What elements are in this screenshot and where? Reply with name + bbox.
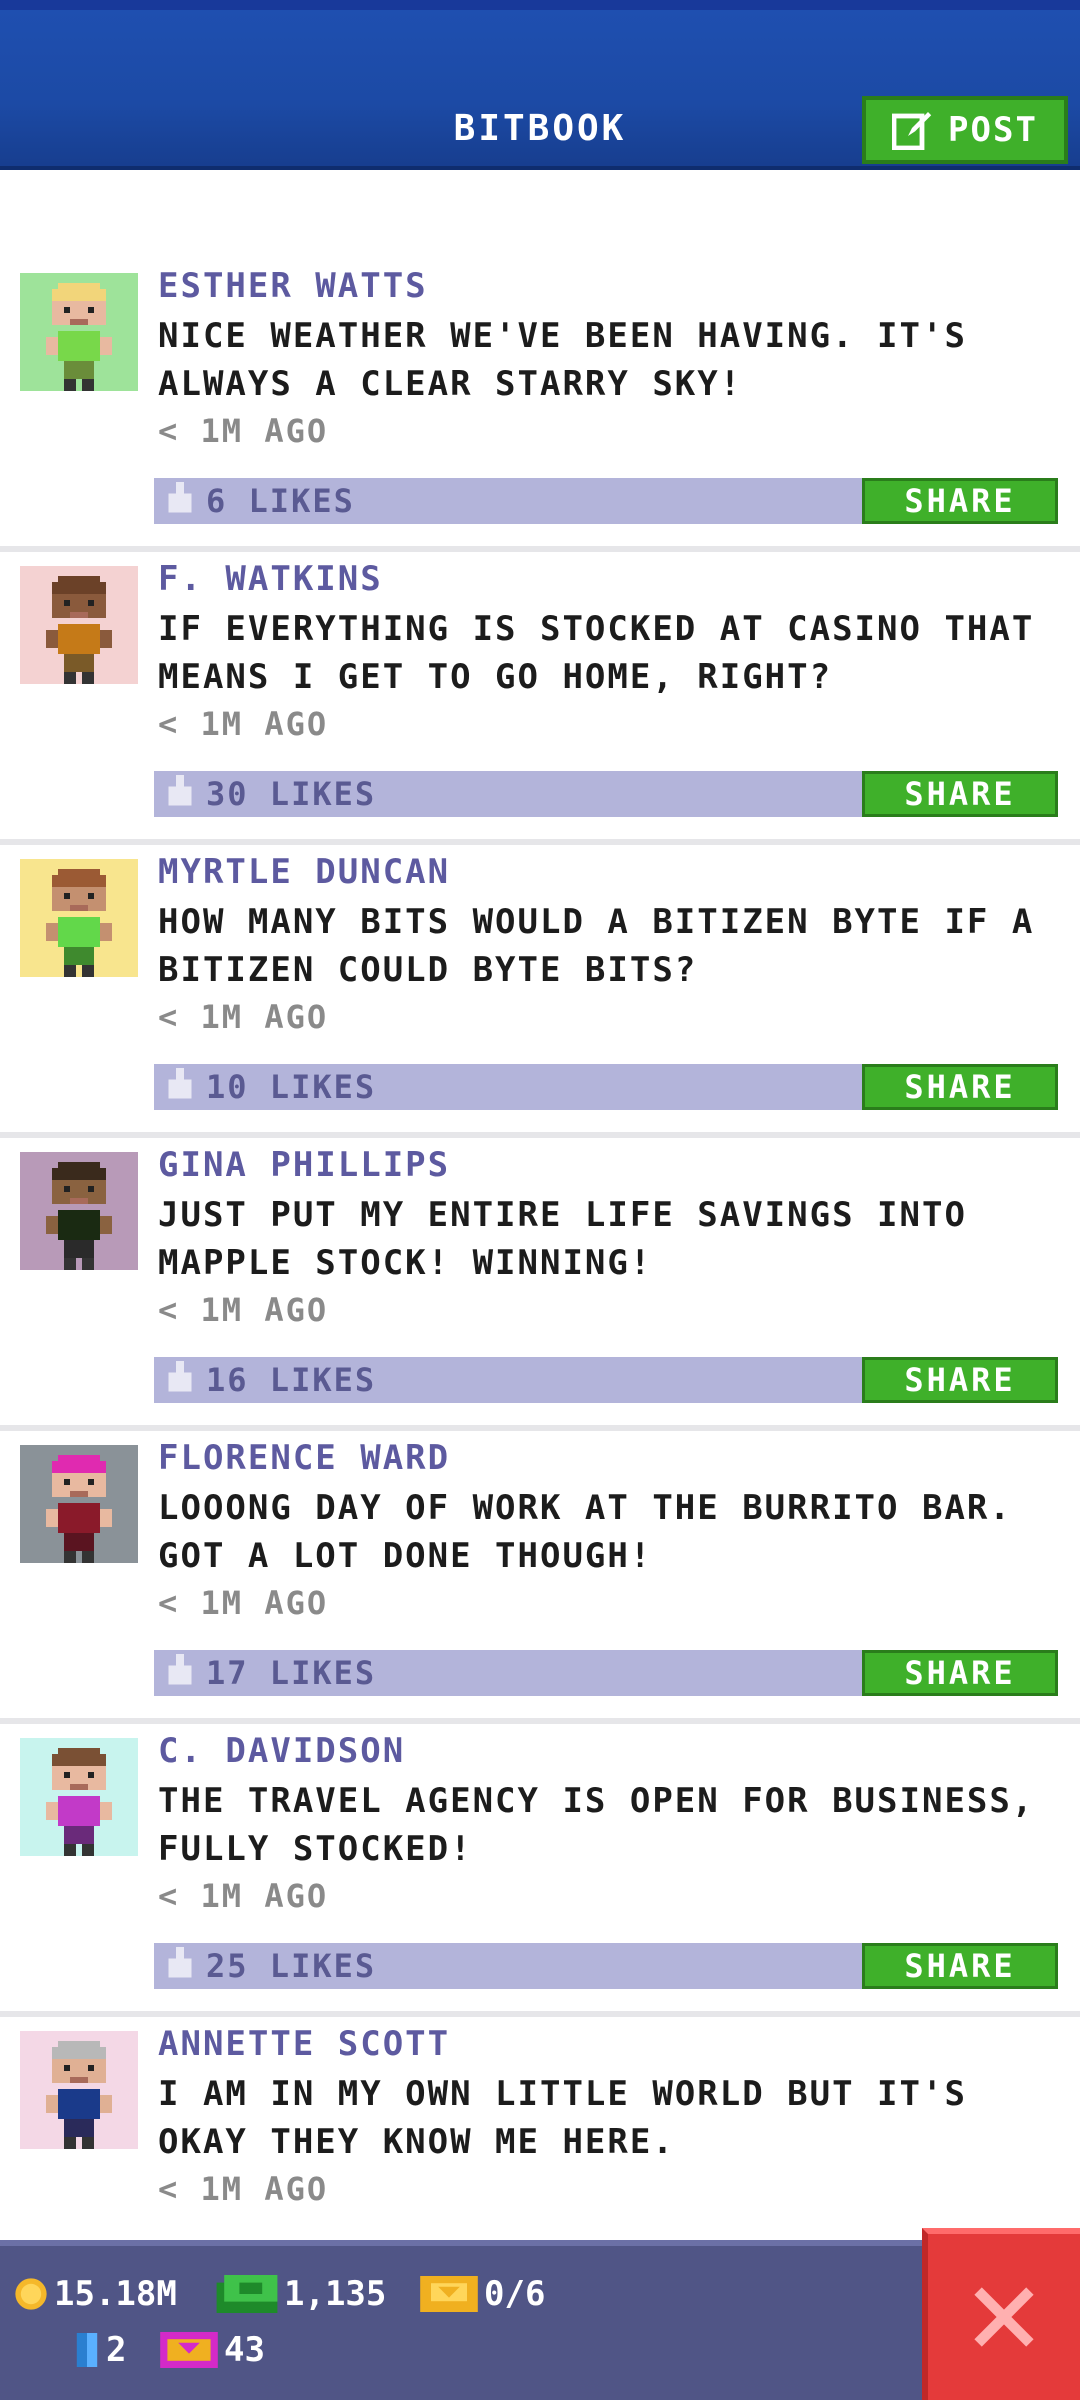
ticket-icon: [420, 2276, 478, 2312]
elevator-icon: [76, 2333, 98, 2367]
post-time: < 1M AGO: [158, 1584, 329, 1622]
top-bar: BITBOOK POST: [0, 0, 1080, 170]
coin-icon: [15, 2278, 47, 2310]
post-author[interactable]: FLORENCE WARD: [158, 1438, 450, 1478]
person-icon: [46, 2041, 112, 2149]
thumbs-up-icon: [168, 1947, 192, 1978]
edit-icon: [892, 112, 932, 150]
likes-count: 6 LIKES: [206, 482, 355, 520]
avatar[interactable]: [20, 273, 138, 391]
post-text: THE TRAVEL AGENCY IS OPEN FOR BUSINESS, …: [158, 1781, 1035, 1869]
share-button[interactable]: SHARE: [862, 1943, 1058, 1989]
thumbs-up-icon: [168, 1654, 192, 1685]
close-button[interactable]: [922, 2228, 1080, 2400]
post-author[interactable]: C. DAVIDSON: [158, 1731, 405, 1771]
likes-bar[interactable]: 30 LIKES: [154, 771, 862, 817]
person-icon: [46, 1455, 112, 1563]
post-author[interactable]: GINA PHILLIPS: [158, 1145, 450, 1185]
thumbs-up-icon: [168, 482, 192, 513]
likes-bar[interactable]: 17 LIKES: [154, 1650, 862, 1696]
person-icon: [46, 283, 112, 391]
thumbs-up-icon: [168, 775, 192, 806]
elevator-stat: 2: [74, 2330, 126, 2370]
share-button[interactable]: SHARE: [862, 1357, 1058, 1403]
likes-count: 30 LIKES: [206, 775, 377, 813]
tickets-stat: 0/6: [420, 2274, 545, 2314]
thumbs-up-icon: [168, 1068, 192, 1099]
post-text: IF EVERYTHING IS STOCKED AT CASINO THAT …: [158, 609, 1035, 697]
share-button[interactable]: SHARE: [862, 478, 1058, 524]
post-time: < 1M AGO: [158, 705, 329, 743]
feed-post: ESTHER WATTS NICE WEATHER WE'VE BEEN HAV…: [0, 170, 1080, 552]
vip-stat: 43: [160, 2330, 265, 2370]
feed-post: MYRTLE DUNCAN HOW MANY BITS WOULD A BITI…: [0, 845, 1080, 1138]
feed-post: C. DAVIDSON THE TRAVEL AGENCY IS OPEN FO…: [0, 1724, 1080, 2017]
post-text: HOW MANY BITS WOULD A BITIZEN BYTE IF A …: [158, 902, 1035, 990]
avatar[interactable]: [20, 566, 138, 684]
post-time: < 1M AGO: [158, 998, 329, 1036]
avatar[interactable]: [20, 1738, 138, 1856]
likes-count: 25 LIKES: [206, 1947, 377, 1985]
person-icon: [46, 576, 112, 684]
person-icon: [46, 1162, 112, 1270]
thumbs-up-icon: [168, 1361, 192, 1392]
post-author[interactable]: ESTHER WATTS: [158, 266, 428, 306]
post-text: JUST PUT MY ENTIRE LIFE SAVINGS INTO MAP…: [158, 1195, 967, 1283]
likes-count: 10 LIKES: [206, 1068, 377, 1106]
post-time: < 1M AGO: [158, 412, 329, 450]
likes-count: 17 LIKES: [206, 1654, 377, 1692]
feed-post: ANNETTE SCOTT I AM IN MY OWN LITTLE WORL…: [0, 2017, 1080, 2240]
post-text: LOOONG DAY OF WORK AT THE BURRITO BAR. G…: [158, 1488, 1012, 1576]
share-button[interactable]: SHARE: [862, 1650, 1058, 1696]
vip-icon: [160, 2332, 218, 2368]
coins-stat: 15.18M: [14, 2274, 177, 2314]
likes-bar[interactable]: 16 LIKES: [154, 1357, 862, 1403]
share-button[interactable]: SHARE: [862, 1064, 1058, 1110]
likes-bar[interactable]: 10 LIKES: [154, 1064, 862, 1110]
bux-stat: 1,135: [216, 2274, 386, 2314]
post-author[interactable]: ANNETTE SCOTT: [158, 2024, 450, 2064]
bux-icon: [216, 2275, 278, 2313]
avatar[interactable]: [20, 859, 138, 977]
person-icon: [46, 869, 112, 977]
avatar[interactable]: [20, 1445, 138, 1563]
post-button[interactable]: POST: [862, 96, 1068, 164]
feed-post: F. WATKINS IF EVERYTHING IS STOCKED AT C…: [0, 552, 1080, 845]
likes-bar[interactable]: 25 LIKES: [154, 1943, 862, 1989]
post-feed[interactable]: ESTHER WATTS NICE WEATHER WE'VE BEEN HAV…: [0, 170, 1080, 2240]
post-time: < 1M AGO: [158, 1877, 329, 1915]
post-author[interactable]: F. WATKINS: [158, 559, 383, 599]
close-icon: [974, 2287, 1034, 2347]
avatar[interactable]: [20, 1152, 138, 1270]
person-icon: [46, 1748, 112, 1856]
post-button-label: POST: [948, 110, 1038, 150]
share-button[interactable]: SHARE: [862, 771, 1058, 817]
post-author[interactable]: MYRTLE DUNCAN: [158, 852, 450, 892]
feed-post: FLORENCE WARD LOOONG DAY OF WORK AT THE …: [0, 1431, 1080, 1724]
post-time: < 1M AGO: [158, 1291, 329, 1329]
likes-count: 16 LIKES: [206, 1361, 377, 1399]
post-text: NICE WEATHER WE'VE BEEN HAVING. IT'S ALW…: [158, 316, 967, 404]
status-bar: 15.18M 1,135 0/6 2 43: [0, 2240, 930, 2400]
post-time: < 1M AGO: [158, 2170, 329, 2208]
avatar[interactable]: [20, 2031, 138, 2149]
likes-bar[interactable]: 6 LIKES: [154, 478, 862, 524]
post-text: I AM IN MY OWN LITTLE WORLD BUT IT'S OKA…: [158, 2074, 967, 2162]
feed-post: GINA PHILLIPS JUST PUT MY ENTIRE LIFE SA…: [0, 1138, 1080, 1431]
